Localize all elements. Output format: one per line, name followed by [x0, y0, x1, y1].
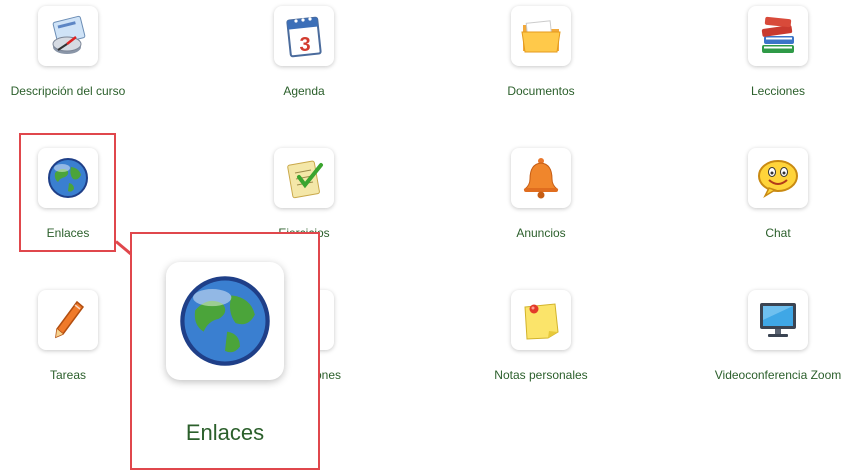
sticky-note-icon[interactable]	[511, 290, 571, 350]
tool-videoconferencia-zoom[interactable]: Videoconferencia Zoom	[678, 290, 845, 382]
tool-label: Anuncios	[516, 226, 566, 240]
tool-notas-personales[interactable]: Notas personales	[441, 290, 641, 382]
tool-lecciones[interactable]: Lecciones	[678, 6, 845, 98]
bell-icon[interactable]	[511, 148, 571, 208]
tool-label: Documentos	[507, 84, 575, 98]
books-icon[interactable]	[748, 6, 808, 66]
tool-label: Videoconferencia Zoom	[714, 368, 842, 382]
tool-label: Notas personales	[494, 368, 588, 382]
tool-agenda[interactable]: 3 Agenda	[204, 6, 404, 98]
tool-label: Agenda	[283, 84, 325, 98]
zoom-callout-label: Enlaces	[185, 420, 265, 445]
zoom-callout: Enlaces	[130, 232, 320, 470]
monitor-icon[interactable]	[748, 290, 808, 350]
tool-course-description[interactable]: Descripción del curso	[0, 6, 168, 98]
tool-anuncios[interactable]: Anuncios	[441, 148, 641, 240]
calendar-icon[interactable]: 3	[274, 6, 334, 66]
tool-label: Descripción del curso	[10, 84, 126, 98]
globe-icon	[166, 262, 284, 380]
tool-label: Lecciones	[750, 84, 806, 98]
highlight-box	[19, 133, 116, 252]
tool-chat[interactable]: Chat	[678, 148, 845, 240]
pen-icon[interactable]	[38, 290, 98, 350]
tool-ejercicios[interactable]: Ejercicios	[204, 148, 404, 240]
calendar-day-number: 3	[299, 34, 310, 56]
course-description-icon[interactable]	[38, 6, 98, 66]
folder-icon[interactable]	[511, 6, 571, 66]
tool-label: Chat	[765, 226, 791, 240]
tool-documentos[interactable]: Documentos	[441, 6, 641, 98]
checklist-icon[interactable]	[274, 148, 334, 208]
chat-smiley-icon[interactable]	[748, 148, 808, 208]
